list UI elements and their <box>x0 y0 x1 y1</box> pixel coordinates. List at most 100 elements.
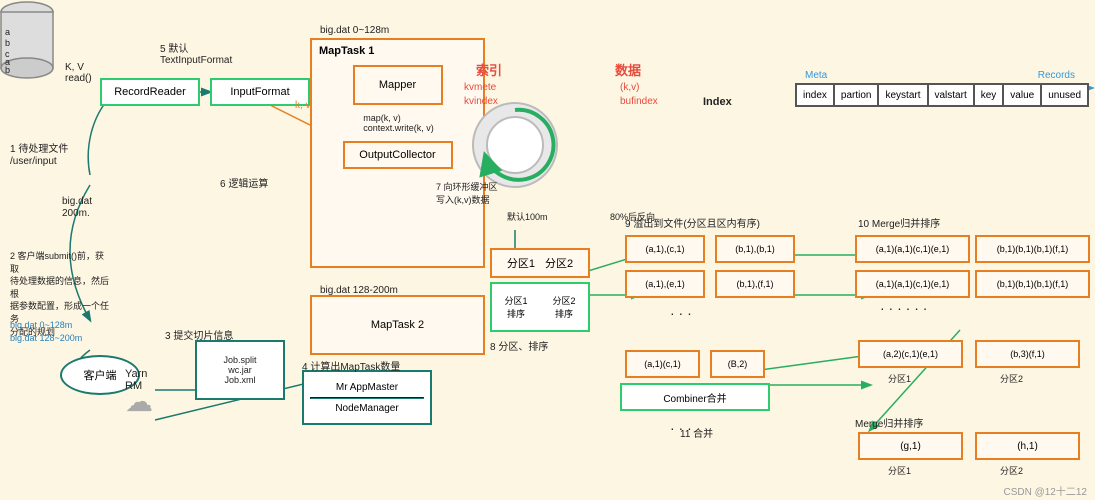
job-split-content: Job.split wc.jar Job.xml <box>223 355 256 385</box>
spill-data4-box: (b,1),(f,1) <box>715 270 795 298</box>
merge-label: 10 Merge归并排序 <box>858 215 940 230</box>
record-reader-box: RecordReader <box>100 78 200 106</box>
split-info-box: Job.split wc.jar Job.xml <box>195 340 285 400</box>
maptask2-label: MapTask 2 <box>371 319 424 331</box>
mergesort2-label: Merge归并排序 <box>855 415 923 430</box>
compute-maptask-label: 4 计算出MapTask数量 <box>302 358 400 373</box>
merge-result2-box: (b,1)(b,1)(b,1)(f,1) <box>975 235 1090 263</box>
mapkv-label: map(k, v) context.write(k, v) <box>361 113 434 133</box>
combiner-box: Combiner合并 <box>620 383 770 411</box>
appmaster-box: Mr AppMaster NodeManager <box>302 370 432 425</box>
spill-data2-box: (b,1),(b,1) <box>715 235 795 263</box>
partition2-label3: 分区2 <box>1000 464 1023 477</box>
svg-text:b: b <box>5 38 10 48</box>
meta-cell-unused: unused <box>1041 84 1088 106</box>
spill-data1: (a,1),(c,1) <box>645 244 684 254</box>
file-ref1: big.dat 0~128m <box>10 320 72 330</box>
spill-data1-box: (a,1),(c,1) <box>625 235 705 263</box>
file-label: 1 待处理文件 /user/input <box>10 140 68 167</box>
partition1-sort-label: 分区1 排序 <box>504 294 527 320</box>
final-result2-box: (h,1) <box>975 432 1080 460</box>
meta-cell-partion: partion <box>834 84 879 106</box>
combine-result1: (a,2)(c,1)(e,1) <box>883 349 938 359</box>
combine-input2-box: (B,2) <box>710 350 765 378</box>
merge-result3-box: (a,1)(a,1)(c,1)(e,1) <box>855 270 970 298</box>
partition1-label: 分区1 <box>507 255 535 271</box>
kv-arrow-label: k, v <box>295 100 311 111</box>
spill-label: 9 溢出到文件(分区且区内有序) <box>625 215 760 230</box>
final-data1: (g,1) <box>900 441 921 452</box>
index-label: 索引 <box>476 60 502 79</box>
spill-data3: (a,1),(e,1) <box>645 279 685 289</box>
inputformat-label: InputFormat <box>230 86 289 98</box>
node-manager: NodeManager <box>335 401 398 416</box>
merge-result1-box: (a,1)(a,1)(c,1)(e,1) <box>855 235 970 263</box>
partition1-label2: 分区1 <box>888 372 911 385</box>
merge-data3: (a,1)(a,1)(c,1)(e,1) <box>876 279 950 289</box>
outputcollector-box: OutputCollector <box>343 141 453 169</box>
kvindex-label: kvindex <box>464 96 498 107</box>
mapper-label: Mapper <box>379 79 416 91</box>
kvmete-label: kvmete <box>464 82 496 93</box>
client-label: 客户端 <box>84 367 117 383</box>
bufindex-label: bufindex <box>620 96 658 107</box>
merge-data2: (b,1)(b,1)(b,1)(f,1) <box>997 244 1069 254</box>
default100m-label: 默认100m <box>507 210 548 223</box>
final-result1-box: (g,1) <box>858 432 963 460</box>
logic-compute-label: 6 逻辑运算 <box>220 175 268 190</box>
final-data2: (h,1) <box>1017 441 1038 452</box>
record-reader-label: RecordReader <box>114 86 186 98</box>
dots1: · · · <box>670 305 692 321</box>
partition1-label3: 分区1 <box>888 464 911 477</box>
file-ref2: big.dat 128~200m <box>10 333 82 343</box>
meta-cell-valstart: valstart <box>928 84 974 106</box>
maptask1-label: MapTask 1 <box>317 45 478 57</box>
maptask2-box: MapTask 2 <box>310 295 485 355</box>
dots2: · · · <box>670 420 692 436</box>
split-label: 3 提交切片信息 <box>165 327 233 342</box>
meta-label: Meta <box>805 70 827 81</box>
partition2-sort-label: 分区2 排序 <box>552 294 575 320</box>
svg-text:a: a <box>5 27 10 37</box>
dots3: · · · · · · <box>880 300 927 316</box>
spill-data3-box: (a,1),(e,1) <box>625 270 705 298</box>
mapper-box: Mapper <box>353 65 443 105</box>
mr-appmaster: Mr AppMaster <box>336 380 398 395</box>
meta-cell-keystart: keystart <box>878 84 927 106</box>
maptask1-box: MapTask 1 Mapper map(k, v) context.write… <box>310 38 485 268</box>
index-detected: Index <box>703 96 732 108</box>
bigdat1-label: big.dat 0~128m <box>320 25 389 36</box>
merge-result4-box: (b,1)(b,1)(b,1)(f,1) <box>975 270 1090 298</box>
merge-data4: (b,1)(b,1)(b,1)(f,1) <box>997 279 1069 289</box>
partition2-label2: 分区2 <box>1000 372 1023 385</box>
partition2-label: 分区2 <box>545 255 573 271</box>
cloud-icon: ☁ <box>125 385 153 418</box>
write-buffer-label: 7 向环形缓冲区 写入(k,v)数据 <box>436 170 498 206</box>
combiner-label: Combiner合并 <box>663 390 726 405</box>
outputcollector-label: OutputCollector <box>359 149 435 161</box>
combine-result2-box: (b,3)(f,1) <box>975 340 1080 368</box>
partition-row1-box: 分区1 分区2 <box>490 248 590 278</box>
kv-read-label: K, V read() <box>65 62 92 84</box>
merge-data1: (a,1)(a,1)(c,1)(e,1) <box>876 244 950 254</box>
spill-data2: (b,1),(b,1) <box>735 244 775 254</box>
svg-text:…: … <box>5 73 14 80</box>
combine-result2: (b,3)(f,1) <box>1010 349 1045 359</box>
meta-cell-key: key <box>974 84 1004 106</box>
spill-data4: (b,1),(f,1) <box>736 279 773 289</box>
meta-cell-index: index <box>796 84 834 106</box>
combine-input1-box: (a,1)(c,1) <box>625 350 700 378</box>
default-textinputformat: 5 默认 TextInputFormat <box>160 40 232 66</box>
meta-cell-value: value <box>1003 84 1041 106</box>
meta-records-bar: Meta Records index partion keystart vals… <box>795 70 1089 107</box>
records-label: Records <box>1038 70 1075 81</box>
kv2-label: (k,v) <box>620 82 639 93</box>
combine-result1-box: (a,2)(c,1)(e,1) <box>858 340 963 368</box>
footer: CSDN @12十二12 <box>1003 483 1087 498</box>
data-label: 数据 <box>615 60 641 79</box>
combine-data1: (a,1)(c,1) <box>644 359 681 369</box>
partition-sort-box: 分区1 排序 分区2 排序 <box>490 282 590 332</box>
file-details: big.dat 200m. <box>62 195 92 219</box>
meta-cells-container: index partion keystart valstart key valu… <box>795 83 1089 107</box>
partition-sort-info: 8 分区、排序 <box>490 338 548 353</box>
